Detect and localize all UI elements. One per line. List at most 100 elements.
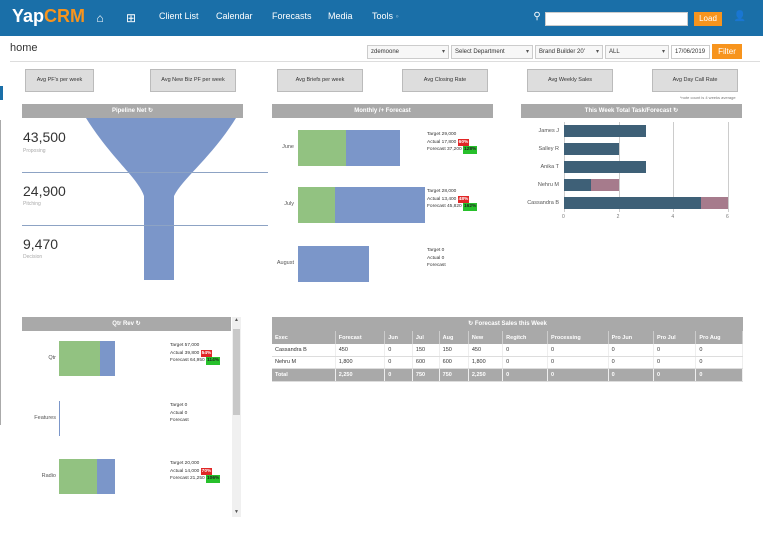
x-tick: 2	[616, 214, 620, 220]
target-text: Target 0	[170, 403, 188, 408]
table-row[interactable]: Cassandra B 450 0 150 150 450 0 0 0 0 0	[272, 344, 743, 357]
load-button[interactable]: Load	[694, 12, 722, 26]
qtr-header: Qtr Rev ↻	[22, 317, 231, 331]
table-cell: 600	[439, 356, 469, 369]
user-select[interactable]: zdemoone ▾	[367, 45, 449, 59]
task-bar	[564, 197, 701, 209]
weekly-header: This Week Total Task/Forecast ↻	[521, 104, 742, 118]
table-row[interactable]: Nehru M 1,800 0 600 600 1,800 0 0 0 0 0	[272, 356, 743, 369]
column-header[interactable]: Pro Jul	[653, 331, 697, 344]
table-cell: 0	[384, 356, 413, 369]
brand-select[interactable]: Brand Builder 20' ▾	[535, 45, 603, 59]
actual-text: Actual 17,800 60%	[427, 138, 470, 146]
actual-text: Actual 39,800 54%	[170, 349, 213, 357]
scope-select[interactable]: ALL ▾	[605, 45, 669, 59]
column-header[interactable]: Aug	[439, 331, 469, 344]
kpi-avg-new-biz[interactable]: Avg New Biz PF per week	[150, 69, 236, 92]
table-cell: 1,800	[468, 356, 504, 369]
task-bar	[564, 161, 646, 173]
forecast-bar	[700, 197, 728, 209]
column-header[interactable]: Jun	[384, 331, 413, 344]
pipeline-label-pitching: Pitching	[23, 201, 41, 207]
home-icon[interactable]: ⌂	[93, 11, 107, 25]
department-select[interactable]: Select Department ▾	[451, 45, 533, 59]
actual-pct-badge: 60%	[457, 138, 470, 146]
target-text: Target 20,000	[170, 461, 200, 466]
forecast-table: Exec Forecast Jun Jul Aug New Regitch Processin…	[272, 331, 743, 382]
qtr-label: Features	[34, 414, 56, 421]
row-label: Salley R	[538, 146, 559, 152]
table-cell: 0	[547, 368, 609, 382]
pipeline-funnel	[86, 118, 236, 280]
qtr-scrollbar[interactable]: ▲ ▼	[232, 317, 241, 517]
pipeline-value-pitching: 24,900	[23, 183, 66, 199]
table-cell: 0	[502, 356, 549, 369]
target-text: Target 0	[427, 248, 445, 253]
pipeline-divider	[22, 225, 268, 226]
pipeline-value-proposing: 43,500	[23, 129, 66, 145]
bar-info: Target 57,000 Actual 39,800 54% Forecast 6…	[170, 342, 221, 365]
nav-client-list[interactable]: Client List	[159, 11, 199, 21]
kpi-avg-closing-rate[interactable]: Avg Closing Rate	[402, 69, 488, 92]
actual-bar	[298, 187, 335, 223]
forecast-pct-badge: 162%	[463, 203, 478, 211]
kpi-avg-pfs[interactable]: Avg PF's per week	[25, 69, 94, 92]
forecast-bar	[298, 246, 370, 282]
filter-button[interactable]: Filter	[712, 44, 742, 59]
table-cell: 150	[412, 344, 440, 357]
date-input[interactable]: 17/06/2019	[671, 45, 710, 59]
column-header[interactable]: Pro Jun	[608, 331, 654, 344]
table-cell: 2,250	[335, 368, 386, 382]
table-cell: 0	[653, 344, 697, 357]
kpi-avg-weekly-sales[interactable]: Avg Weekly Sales	[527, 69, 613, 92]
scrollbar-thumb[interactable]	[233, 329, 240, 415]
bar-info: Target 0 Actual 0 Forecast	[170, 402, 189, 425]
table-cell: 150	[439, 344, 469, 357]
column-header[interactable]: Pro Aug	[695, 331, 743, 344]
actual-text: Actual 14,000 70%	[170, 467, 213, 475]
nav-media[interactable]: Media	[328, 11, 353, 21]
table-cell: Cassandra B	[272, 344, 336, 357]
add-icon[interactable]: ⊞	[124, 11, 138, 25]
search-input[interactable]	[545, 12, 688, 26]
pipeline-label-decision: Decision	[23, 254, 43, 260]
kpi-avg-day-call-rate[interactable]: Avg Day Call Rate	[652, 69, 738, 92]
forecast-pct-badge: 114%	[206, 357, 221, 365]
forecast-text: Forecast	[170, 418, 189, 423]
month-label: July	[284, 201, 294, 207]
column-header[interactable]: Regitch	[502, 331, 549, 344]
nav-forecasts[interactable]: Forecasts	[272, 11, 312, 21]
column-header[interactable]: Processing	[547, 331, 609, 344]
pipeline-label-proposing: Proposing	[23, 148, 46, 154]
grid-line	[728, 122, 729, 212]
x-tick: 4	[671, 214, 675, 220]
column-header[interactable]: Exec	[272, 331, 336, 344]
column-header[interactable]: Forecast	[335, 331, 386, 344]
table-cell: 0	[695, 368, 743, 382]
task-bar	[564, 179, 592, 191]
column-header[interactable]: New	[468, 331, 504, 344]
target-text: Target 28,000	[427, 189, 457, 194]
target-text: Target 57,000	[170, 343, 200, 348]
table-cell: 2,250	[468, 368, 504, 382]
nav-tools[interactable]: Tools ◦	[372, 11, 399, 21]
user-icon[interactable]: 👤	[733, 11, 747, 22]
table-cell: 0	[502, 368, 549, 382]
logo[interactable]: YapCRM	[12, 6, 85, 27]
table-row[interactable]: Total 2,250 0 750 750 2,250 0 0 0 0 0	[272, 368, 743, 382]
actual-pct-badge: 48%	[457, 195, 470, 203]
table-cell: 750	[439, 368, 469, 382]
side-tab[interactable]	[0, 86, 3, 100]
actual-text: Actual 13,400 48%	[427, 195, 470, 203]
x-tick: 6	[726, 214, 729, 220]
kpi-avg-briefs[interactable]: Avg Briefs per week	[277, 69, 363, 92]
forecast-text: Forecast 64,950 114%	[170, 357, 221, 365]
nav-calendar[interactable]: Calendar	[216, 11, 253, 21]
table-cell: 0	[502, 344, 549, 357]
column-header[interactable]: Jul	[412, 331, 440, 344]
table-cell: 0	[384, 344, 413, 357]
target-text: Target 29,000	[427, 132, 457, 137]
qtr-label: Qtr	[48, 354, 56, 361]
top-navbar: YapCRM ⌂ ⊞ Client List Calendar Forecast…	[0, 0, 763, 36]
left-divider	[0, 120, 1, 425]
